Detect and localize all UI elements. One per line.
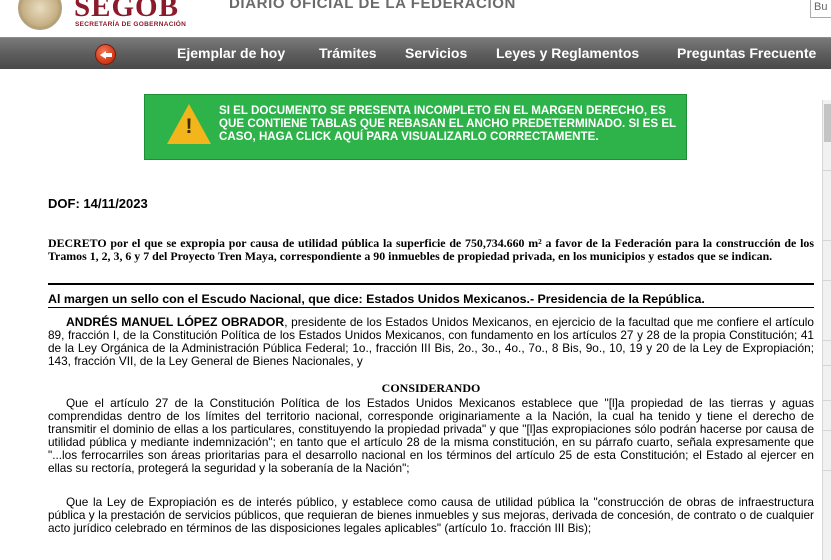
divider xyxy=(823,470,831,471)
preamble-paragraph: ANDRÉS MANUEL LÓPEZ OBRADOR, presidente … xyxy=(48,316,814,368)
site-header: SEGOB SECRETARÍA DE GOBERNACIÓN DIARIO O… xyxy=(0,0,831,37)
nav-item-servicios[interactable]: Servicios xyxy=(405,45,467,61)
divider xyxy=(48,283,814,285)
warning-text[interactable]: SI EL DOCUMENTO SE PRESENTA INCOMPLETO E… xyxy=(219,104,681,143)
considerando-heading: CONSIDERANDO xyxy=(381,381,481,395)
nav-item-ejemplar-de-hoy[interactable]: Ejemplar de hoy xyxy=(177,45,285,61)
margin-seal-note: Al margen un sello con el Escudo Naciona… xyxy=(48,292,705,306)
main-nav: Ejemplar de hoy Trámites Servicios Leyes… xyxy=(0,37,831,69)
considerando-paragraph-1: Que el artículo 27 de la Constitución Po… xyxy=(48,396,814,475)
president-name: ANDRÉS MANUEL LÓPEZ OBRADOR xyxy=(66,315,285,329)
divider xyxy=(823,430,831,431)
scrollbar-thumb[interactable] xyxy=(824,104,831,142)
divider xyxy=(823,365,831,366)
publication-date: DOF: 14/11/2023 xyxy=(48,196,148,211)
nav-item-preguntas-frecuentes[interactable]: Preguntas Frecuente xyxy=(677,45,816,61)
back-arrow-icon[interactable] xyxy=(95,44,116,65)
search-input[interactable]: Bu xyxy=(810,0,831,18)
incomplete-document-warning[interactable]: ! SI EL DOCUMENTO SE PRESENTA INCOMPLETO… xyxy=(144,94,687,160)
nav-item-tramites[interactable]: Trámites xyxy=(319,45,377,61)
nav-item-leyes-y-reglamentos[interactable]: Leyes y Reglamentos xyxy=(496,45,639,61)
considerando-paragraph-2: Que la Ley de Expropiación es de interés… xyxy=(48,495,814,535)
segob-logo-subtitle: SECRETARÍA DE GOBERNACIÓN xyxy=(75,21,187,28)
divider xyxy=(823,240,831,241)
divider xyxy=(823,400,831,401)
divider xyxy=(48,307,814,308)
decreto-title: DECRETO por el que se expropia por causa… xyxy=(48,236,814,263)
divider xyxy=(823,340,831,341)
divider xyxy=(823,170,831,171)
site-title: DIARIO OFICIAL DE LA FEDERACIÓN xyxy=(229,0,516,12)
right-scrollbar[interactable] xyxy=(822,100,831,560)
divider xyxy=(823,280,831,281)
warning-exclamation: ! xyxy=(185,115,193,138)
national-seal-icon[interactable] xyxy=(18,0,62,30)
